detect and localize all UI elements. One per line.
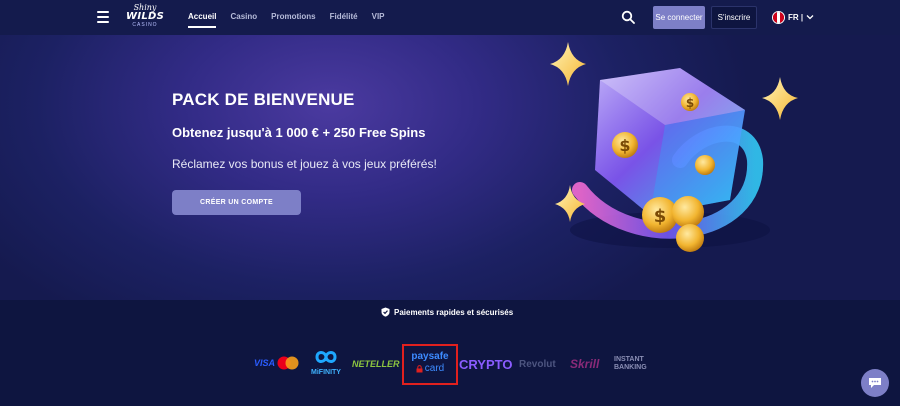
revolut-logo: Revolut [519,359,556,370]
chat-bubble-icon [869,378,881,388]
infinity-icon [315,351,337,363]
paysafecard-highlight-box [402,344,458,385]
visa-mastercard-logo: VISA [254,356,299,370]
live-chat-button[interactable] [861,369,889,397]
visa-label: VISA [254,358,276,368]
neteller-logo: NETELLER [352,359,400,369]
instant-banking-logo: INSTANT BANKING [614,356,647,372]
instant-banking-line-2: BANKING [614,364,647,371]
skrill-logo: Skrill [570,357,600,371]
mifinity-label: MiFINITY [311,369,341,376]
mifinity-logo: MiFINITY [306,350,346,378]
instant-banking-line-1: INSTANT [614,356,644,363]
mastercard-icon [277,356,299,370]
crypto-logo: CRYPTO [459,357,513,372]
